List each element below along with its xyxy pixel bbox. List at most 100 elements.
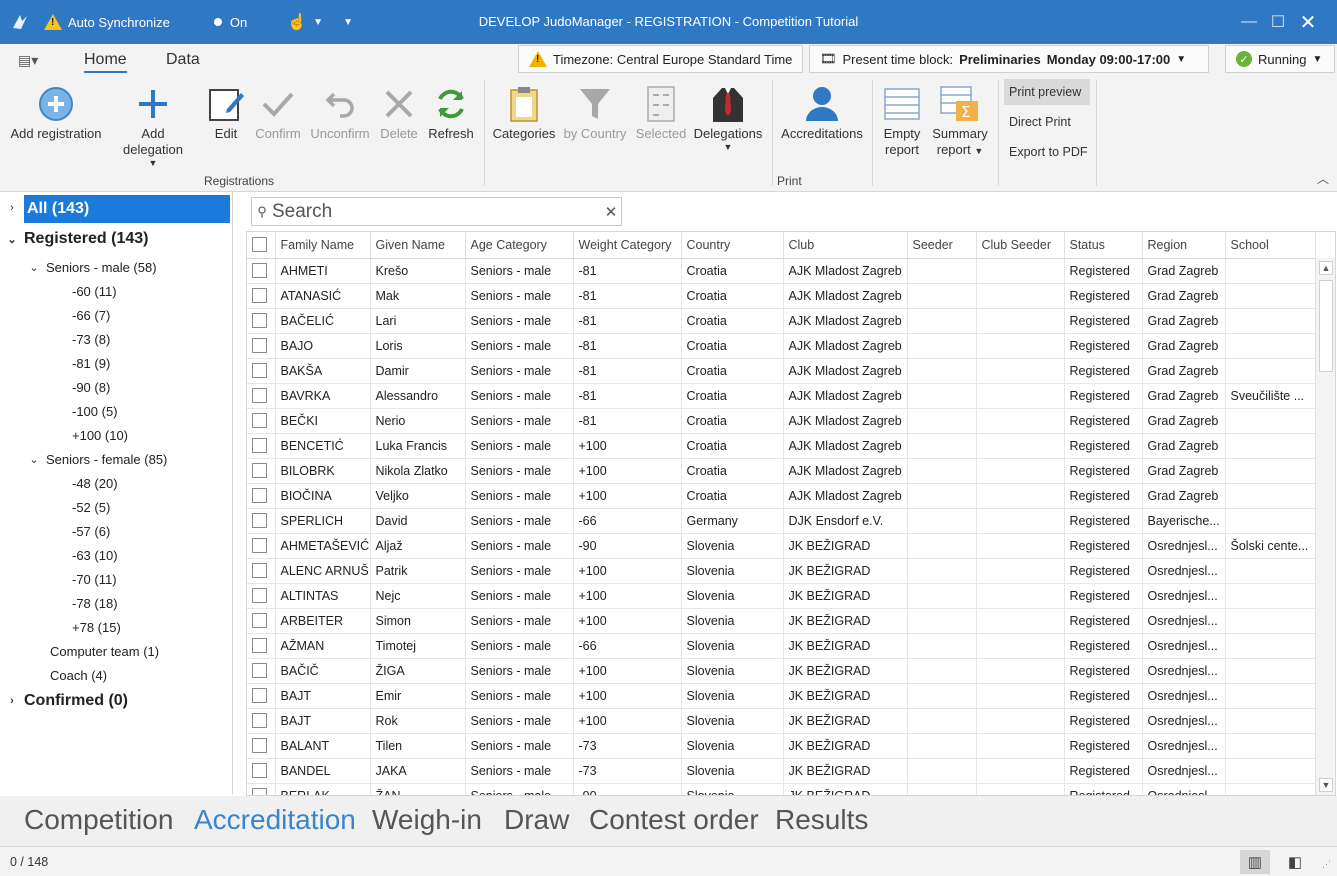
confirm-button[interactable]: Confirm — [254, 82, 302, 142]
nav-item[interactable]: Results — [775, 804, 868, 836]
row-select-cell[interactable] — [247, 358, 276, 384]
column-header[interactable]: Status — [1064, 232, 1143, 259]
table-row[interactable]: ATANASIĆ Mak Seniors - male -81 Croatia AJK M… — [247, 283, 1316, 309]
row-select-cell[interactable] — [247, 283, 276, 309]
row-checkbox[interactable] — [252, 788, 267, 795]
tab-data[interactable]: Data — [166, 51, 200, 69]
table-row[interactable]: SPERLICH David Seniors - male -66 Germany DJK… — [247, 508, 1316, 534]
row-select-cell[interactable] — [247, 408, 276, 434]
column-header[interactable]: Club Seeder — [976, 232, 1065, 259]
row-checkbox[interactable] — [252, 413, 267, 429]
by-country-button[interactable]: by Country — [562, 82, 628, 142]
quick-access-dropdown-icon[interactable]: ▼ — [343, 17, 353, 28]
row-select-cell[interactable] — [247, 608, 276, 634]
row-select-cell[interactable] — [247, 583, 276, 609]
categories-button[interactable]: Categories — [492, 82, 556, 142]
row-checkbox[interactable] — [252, 388, 267, 404]
table-row[interactable]: BEČKI Nerio Seniors - male -81 Croatia AJK Ml… — [247, 408, 1316, 434]
row-select-cell[interactable] — [247, 683, 276, 709]
nav-item[interactable]: Competition — [24, 804, 173, 836]
row-select-cell[interactable] — [247, 458, 276, 484]
row-select-cell[interactable] — [247, 483, 276, 509]
column-header[interactable]: Age Category — [465, 232, 574, 259]
column-header[interactable]: Region — [1142, 232, 1226, 259]
tree-node-weight-category[interactable]: -63 (10) — [72, 548, 118, 563]
chevron-right-icon[interactable]: › — [6, 202, 18, 214]
row-checkbox[interactable] — [252, 613, 267, 629]
time-block-selector[interactable]: 🎞 Present time block: Preliminaries Mond… — [809, 45, 1209, 73]
row-select-cell[interactable] — [247, 508, 276, 534]
table-row[interactable]: AHMETI Krešo Seniors - male -81 Croatia AJK M… — [247, 258, 1316, 284]
search-input[interactable]: Search — [272, 201, 601, 223]
close-icon[interactable]: ✕ — [1279, 0, 1337, 44]
vertical-scrollbar[interactable]: ▲ ▼ — [1315, 258, 1335, 795]
layout-view-icon[interactable]: ◧ — [1280, 850, 1310, 874]
tree-node-weight-category[interactable]: +78 (15) — [72, 620, 121, 635]
row-select-cell[interactable] — [247, 558, 276, 584]
tree-node-all[interactable]: All (143) — [24, 195, 230, 223]
row-checkbox[interactable] — [252, 288, 267, 304]
row-checkbox[interactable] — [252, 738, 267, 754]
table-row[interactable]: ALENC ARNUŠ Patrik Seniors - male +100 Slove… — [247, 558, 1316, 584]
row-checkbox[interactable] — [252, 713, 267, 729]
row-checkbox[interactable] — [252, 438, 267, 454]
scroll-down-icon[interactable]: ▼ — [1319, 778, 1333, 792]
tree-node-weight-category[interactable]: -70 (11) — [72, 572, 117, 587]
table-row[interactable]: BAJT Emir Seniors - male +100 Slovenia JK BEŽ… — [247, 683, 1316, 709]
row-checkbox[interactable] — [252, 588, 267, 604]
search-box[interactable]: ⚲ Search ✕ — [251, 197, 622, 226]
tree-node-weight-category[interactable]: -60 (11) — [72, 284, 117, 299]
row-checkbox[interactable] — [252, 563, 267, 579]
direct-print-button[interactable]: Direct Print — [1004, 109, 1090, 135]
tree-node-coach[interactable]: Coach (4) — [50, 668, 107, 683]
tree-node-weight-category[interactable]: -66 (7) — [72, 308, 110, 323]
column-header[interactable]: Club — [783, 232, 908, 259]
tree-node-weight-category[interactable]: -52 (5) — [72, 500, 110, 515]
row-select-cell[interactable] — [247, 308, 276, 334]
row-select-cell[interactable] — [247, 433, 276, 459]
column-header[interactable]: Weight Category — [573, 232, 682, 259]
row-checkbox[interactable] — [252, 513, 267, 529]
auto-sync-toggle[interactable]: Auto Synchronize — [44, 14, 170, 30]
table-row[interactable]: BALANT Tilen Seniors - male -73 Slovenia JK B… — [247, 733, 1316, 759]
edit-button[interactable]: Edit — [204, 82, 248, 142]
add-registration-button[interactable]: Add registration — [10, 82, 102, 142]
sync-status[interactable]: On — [213, 15, 247, 30]
row-select-cell[interactable] — [247, 758, 276, 784]
nav-item[interactable]: Contest order — [589, 804, 759, 836]
selected-button[interactable]: Selected — [634, 82, 688, 142]
row-select-cell[interactable] — [247, 783, 276, 795]
export-pdf-button[interactable]: Export to PDF — [1004, 139, 1090, 165]
tree-node-weight-category[interactable]: -57 (6) — [72, 524, 110, 539]
app-menu-icon[interactable]: ▤▾ — [18, 52, 38, 69]
running-status[interactable]: ✓ Running ▼ — [1225, 45, 1335, 73]
table-row[interactable]: BAJO Loris Seniors - male -81 Croatia AJK Mla… — [247, 333, 1316, 359]
row-select-cell[interactable] — [247, 383, 276, 409]
row-select-cell[interactable] — [247, 708, 276, 734]
table-row[interactable]: AHMETAŠEVIĆ Aljaž Seniors - male -90 Sloveni… — [247, 533, 1316, 559]
column-header[interactable]: Given Name — [370, 232, 466, 259]
empty-report-button[interactable]: Empty report — [880, 82, 924, 158]
tree-node-weight-category[interactable]: -78 (18) — [72, 596, 118, 611]
row-checkbox[interactable] — [252, 763, 267, 779]
table-row[interactable]: BAVRKA Alessandro Seniors - male -81 Croatia… — [247, 383, 1316, 409]
timezone-indicator[interactable]: Timezone: Central Europe Standard Time — [518, 45, 804, 73]
tree-node-seniors-male[interactable]: ⌄ Seniors - male (58) — [28, 260, 156, 275]
tree-node-seniors-female[interactable]: ⌄ Seniors - female (85) — [28, 452, 167, 467]
row-select-cell[interactable] — [247, 258, 276, 284]
delete-button[interactable]: Delete — [378, 82, 420, 142]
clear-search-icon[interactable]: ✕ — [601, 203, 621, 221]
table-row[interactable]: AŽMAN Timotej Seniors - male -66 Slovenia JK … — [247, 633, 1316, 659]
tree-node-computer-team[interactable]: Computer team (1) — [50, 644, 159, 659]
tree-node-weight-category[interactable]: -48 (20) — [72, 476, 118, 491]
table-row[interactable]: ARBEITER Simon Seniors - male +100 Slovenia J… — [247, 608, 1316, 634]
tree-node-weight-category[interactable]: -81 (9) — [72, 356, 110, 371]
table-row[interactable]: BERLAK ŽAN Seniors - male -90 Slovenia JK BEŽ… — [247, 783, 1316, 795]
row-select-cell[interactable] — [247, 733, 276, 759]
resize-grip-icon[interactable]: ⋰ — [1322, 859, 1331, 870]
delegations-button[interactable]: Delegations ▼ — [692, 82, 764, 152]
tree-node-weight-category[interactable]: -73 (8) — [72, 332, 110, 347]
select-all-cell[interactable] — [247, 232, 276, 259]
row-select-cell[interactable] — [247, 533, 276, 559]
column-header[interactable]: School — [1225, 232, 1316, 259]
